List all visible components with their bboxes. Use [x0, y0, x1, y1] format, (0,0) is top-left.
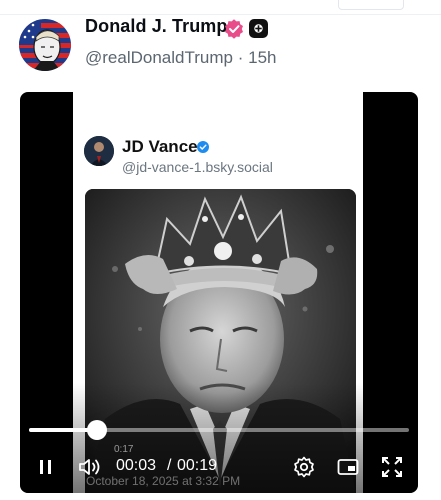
- author-name[interactable]: Donald J. Trump: [85, 16, 228, 37]
- embedded-verified-icon: [197, 140, 209, 153]
- handle-separator: ·: [237, 48, 244, 67]
- video-player[interactable]: JD Vance @jd-vance-1.bsky.social 0:17 Oc…: [20, 92, 418, 493]
- author-handle-line: @realDonaldTrump · 15h: [85, 48, 276, 68]
- embedded-author-name: JD Vance: [122, 137, 198, 156]
- settings-icon: [294, 456, 314, 478]
- pause-icon: [40, 460, 51, 474]
- settings-button[interactable]: [292, 455, 316, 479]
- subtitles-button[interactable]: [336, 455, 360, 479]
- pause-button[interactable]: [37, 455, 57, 479]
- volume-button[interactable]: [78, 455, 104, 479]
- progress-track[interactable]: [29, 420, 409, 440]
- fullscreen-button[interactable]: [380, 455, 404, 479]
- ghost-date: October 18, 2025 at 3:32 PM: [86, 474, 241, 488]
- ghost-timestamp: 0:17: [114, 444, 134, 455]
- time-separator: /: [167, 457, 172, 474]
- post-timestamp[interactable]: 15h: [248, 48, 276, 67]
- post-header: Donald J. Trump @realDonaldTrump · 15h: [0, 0, 441, 80]
- current-time: 00:03: [116, 457, 157, 474]
- subtitles-icon: [337, 459, 359, 475]
- embedded-author-handle: @jd-vance-1.bsky.social: [122, 159, 273, 175]
- volume-icon: [79, 459, 100, 475]
- affiliate-badge-icon: [249, 19, 268, 38]
- author-handle[interactable]: @realDonaldTrump: [85, 48, 233, 67]
- avatar[interactable]: [19, 19, 71, 71]
- fullscreen-icon: [382, 457, 402, 477]
- embedded-avatar: [84, 136, 114, 166]
- duration: 00:19: [177, 457, 218, 474]
- verified-badge-icon: [224, 19, 244, 39]
